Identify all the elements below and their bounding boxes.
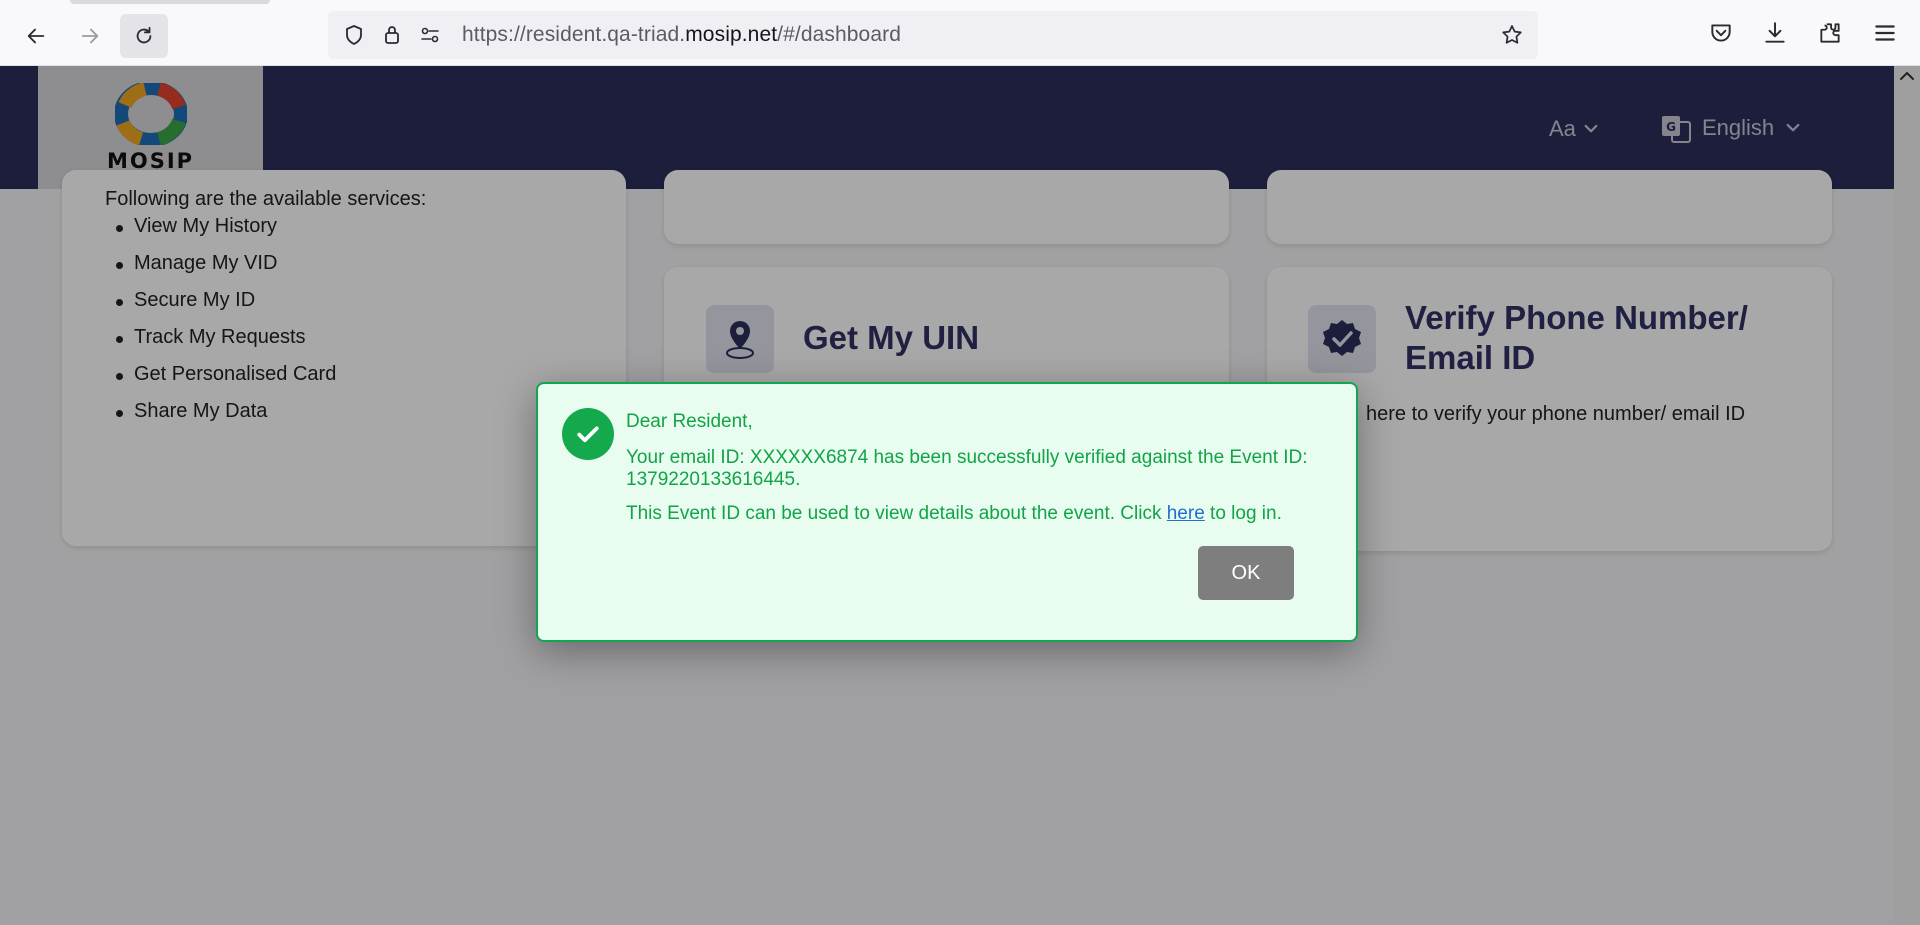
dialog-message-line2: 1379220133616445. [626, 469, 801, 490]
dialog-message-line1: Your email ID: XXXXXX6874 has been succe… [626, 447, 1308, 468]
reload-button[interactable] [120, 14, 168, 58]
lock-icon[interactable] [380, 23, 404, 47]
back-button[interactable] [12, 14, 60, 58]
permissions-icon[interactable] [418, 23, 442, 47]
dialog-greeting: Dear Resident, [626, 411, 753, 432]
reload-icon [136, 26, 152, 44]
pocket-icon[interactable] [1708, 20, 1734, 46]
shield-icon[interactable] [342, 23, 366, 47]
extensions-icon[interactable] [1817, 20, 1843, 46]
forward-arrow-icon [81, 28, 99, 44]
success-dialog: Dear Resident, Your email ID: XXXXXX6874… [536, 382, 1358, 642]
login-here-link[interactable]: here [1167, 503, 1205, 524]
forward-button[interactable] [66, 14, 114, 58]
back-arrow-icon [27, 28, 45, 44]
menu-icon[interactable] [1872, 20, 1898, 46]
active-tab-indicator [70, 0, 270, 4]
success-check-icon [562, 408, 614, 460]
browser-toolbar: https://resident.qa-triad.mosip.net/#/da… [0, 0, 1920, 66]
dialog-info-text-end: to log in. [1204, 503, 1282, 524]
bookmark-star-icon[interactable] [1500, 23, 1524, 47]
dialog-info: This Event ID can be used to view detail… [626, 502, 1282, 526]
address-bar[interactable]: https://resident.qa-triad.mosip.net/#/da… [328, 11, 1538, 59]
dialog-info-text: This Event ID can be used to view detail… [626, 503, 1167, 524]
download-icon[interactable] [1762, 20, 1788, 46]
ok-button[interactable]: OK [1198, 546, 1294, 600]
url-text[interactable]: https://resident.qa-triad.mosip.net/#/da… [462, 23, 901, 47]
